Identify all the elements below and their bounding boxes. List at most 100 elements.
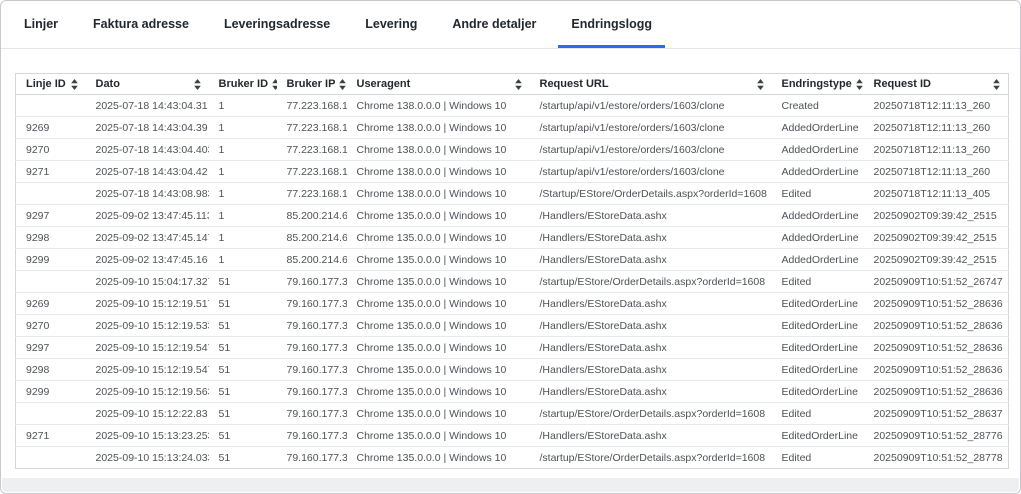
cell-bruker_ip: 77.223.168.11 (277, 183, 347, 205)
column-header-dato[interactable]: Dato (86, 74, 209, 95)
cell-dato: 2025-07-18 14:43:04.42 (86, 161, 209, 183)
cell-bruker_ip: 77.223.168.11 (277, 117, 347, 139)
changelog-table-container: Linje IDDatoBruker IDBruker IPUseragent R… (15, 73, 1008, 469)
table-row: 92982025-09-10 15:12:19.5475179.160.177.… (16, 359, 1009, 381)
tab-endringslogg[interactable]: Endringslogg (558, 16, 665, 48)
table-row: 92972025-09-02 13:47:45.113185.200.214.6… (16, 205, 1009, 227)
cell-dato: 2025-07-18 14:43:04.403 (86, 139, 209, 161)
tab-levering[interactable]: Levering (352, 16, 430, 48)
column-header-request_id[interactable]: Request ID (864, 74, 1009, 95)
cell-request_id: 20250718T12:11:13_260 (864, 117, 1009, 139)
sort-icon[interactable] (339, 79, 346, 90)
column-header-useragent[interactable]: Useragent (347, 74, 530, 95)
cell-useragent: Chrome 135.0.0.0 | Windows 10 (347, 227, 530, 249)
column-header-linje_id[interactable]: Linje ID (16, 74, 86, 95)
cell-request_url: /Handlers/EStoreData.ashx (530, 315, 772, 337)
cell-bruker_id: 1 (209, 117, 277, 139)
cell-request_url: /Handlers/EStoreData.ashx (530, 359, 772, 381)
cell-bruker_id: 1 (209, 161, 277, 183)
cell-dato: 2025-07-18 14:43:04.31 (86, 95, 209, 117)
sort-icon[interactable] (856, 79, 863, 90)
order-details-window: Linjer Faktura adresse Leveringsadresse Lev… (0, 0, 1021, 494)
cell-bruker_ip: 79.160.177.35 (277, 337, 347, 359)
cell-endringstype: Edited (772, 271, 864, 293)
table-row: 92692025-09-10 15:12:19.5175179.160.177.… (16, 293, 1009, 315)
cell-bruker_id: 51 (209, 359, 277, 381)
sort-icon[interactable] (194, 79, 201, 90)
cell-bruker_id: 51 (209, 271, 277, 293)
cell-useragent: Chrome 135.0.0.0 | Windows 10 (347, 337, 530, 359)
cell-dato: 2025-09-10 15:12:19.533 (86, 315, 209, 337)
table-header-row: Linje IDDatoBruker IDBruker IPUseragent R… (16, 74, 1009, 95)
sort-icon[interactable] (272, 79, 276, 90)
cell-request_url: /startup/api/v1/estore/orders/1603/clone (530, 95, 772, 117)
cell-request_url: /Startup/EStore/OrderDetails.aspx?orderI… (530, 183, 772, 205)
sort-icon[interactable] (515, 79, 522, 90)
cell-endringstype: Edited (772, 403, 864, 425)
sort-icon[interactable] (993, 79, 1000, 90)
cell-request_url: /Handlers/EStoreData.ashx (530, 205, 772, 227)
cell-request_url: /startup/api/v1/estore/orders/1603/clone (530, 117, 772, 139)
cell-endringstype: EditedOrderLine (772, 425, 864, 447)
table-row: 92712025-07-18 14:43:04.42177.223.168.11… (16, 161, 1009, 183)
cell-bruker_id: 51 (209, 315, 277, 337)
tab-andre-detaljer[interactable]: Andre detaljer (439, 16, 549, 48)
table-row: 92992025-09-10 15:12:19.5635179.160.177.… (16, 381, 1009, 403)
cell-useragent: Chrome 135.0.0.0 | Windows 10 (347, 205, 530, 227)
cell-request_id: 20250718T12:11:13_405 (864, 183, 1009, 205)
cell-bruker_ip: 79.160.177.35 (277, 315, 347, 337)
cell-request_url: /startup/EStore/OrderDetails.aspx?orderI… (530, 447, 772, 469)
cell-linje_id: 9297 (16, 205, 86, 227)
column-label-endringstype: Endringstype (782, 78, 852, 90)
cell-useragent: Chrome 135.0.0.0 | Windows 10 (347, 315, 530, 337)
tab-bar: Linjer Faktura adresse Leveringsadresse Lev… (1, 1, 1020, 49)
table-row: 2025-09-10 15:13:24.0335179.160.177.35Ch… (16, 447, 1009, 469)
column-header-request_url[interactable]: Request URL (530, 74, 772, 95)
cell-bruker_ip: 79.160.177.35 (277, 271, 347, 293)
cell-dato: 2025-09-10 15:12:19.547 (86, 337, 209, 359)
cell-bruker_ip: 85.200.214.68 (277, 227, 347, 249)
cell-request_id: 20250909T10:51:52_28636 (864, 315, 1009, 337)
cell-linje_id (16, 403, 86, 425)
cell-dato: 2025-09-10 15:13:23.253 (86, 425, 209, 447)
tab-leveringsadresse[interactable]: Leveringsadresse (211, 16, 343, 48)
cell-request_id: 20250718T12:11:13_260 (864, 95, 1009, 117)
column-header-bruker_id[interactable]: Bruker ID (209, 74, 277, 95)
column-label-request_url: Request URL (540, 78, 609, 90)
cell-dato: 2025-09-10 15:12:19.563 (86, 381, 209, 403)
tab-faktura-adresse[interactable]: Faktura adresse (80, 16, 202, 48)
column-header-endringstype[interactable]: Endringstype (772, 74, 864, 95)
sort-icon[interactable] (757, 79, 764, 90)
cell-endringstype: Created (772, 95, 864, 117)
cell-linje_id: 9270 (16, 139, 86, 161)
cell-request_url: /Handlers/EStoreData.ashx (530, 293, 772, 315)
cell-linje_id: 9271 (16, 161, 86, 183)
cell-endringstype: AddedOrderLine (772, 117, 864, 139)
column-header-bruker_ip[interactable]: Bruker IP (277, 74, 347, 95)
cell-dato: 2025-09-10 15:12:19.547 (86, 359, 209, 381)
cell-bruker_id: 1 (209, 183, 277, 205)
cell-useragent: Chrome 135.0.0.0 | Windows 10 (347, 381, 530, 403)
cell-linje_id: 9299 (16, 249, 86, 271)
sort-icon[interactable] (71, 79, 78, 90)
cell-endringstype: AddedOrderLine (772, 205, 864, 227)
cell-request_id: 20250718T12:11:13_260 (864, 139, 1009, 161)
cell-request_url: /Handlers/EStoreData.ashx (530, 227, 772, 249)
cell-linje_id: 9271 (16, 425, 86, 447)
tab-linjer[interactable]: Linjer (11, 16, 71, 48)
cell-request_id: 20250909T10:51:52_28778 (864, 447, 1009, 469)
cell-bruker_ip: 79.160.177.35 (277, 381, 347, 403)
cell-bruker_id: 1 (209, 249, 277, 271)
cell-bruker_ip: 79.160.177.35 (277, 425, 347, 447)
cell-useragent: Chrome 138.0.0.0 | Windows 10 (347, 117, 530, 139)
cell-endringstype: EditedOrderLine (772, 315, 864, 337)
changelog-table: Linje IDDatoBruker IDBruker IPUseragent R… (15, 73, 1009, 469)
cell-linje_id: 9270 (16, 315, 86, 337)
cell-useragent: Chrome 138.0.0.0 | Windows 10 (347, 161, 530, 183)
cell-dato: 2025-07-18 14:43:04.39 (86, 117, 209, 139)
cell-endringstype: Edited (772, 447, 864, 469)
cell-bruker_id: 51 (209, 337, 277, 359)
table-row: 92972025-09-10 15:12:19.5475179.160.177.… (16, 337, 1009, 359)
cell-dato: 2025-09-02 13:47:45.113 (86, 205, 209, 227)
cell-bruker_ip: 79.160.177.35 (277, 293, 347, 315)
